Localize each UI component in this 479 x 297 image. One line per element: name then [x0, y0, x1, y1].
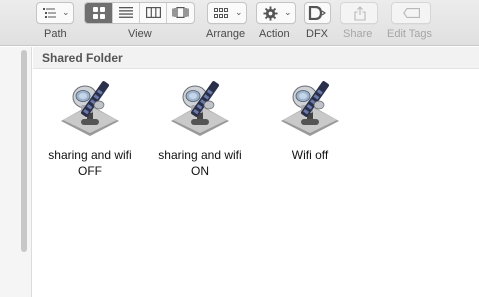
chevron-down-icon: ⌄ — [235, 7, 243, 17]
cover-flow-button[interactable] — [167, 3, 194, 23]
automator-icon — [59, 75, 121, 137]
file-name: sharing and wifi OFF — [40, 147, 140, 179]
path-button[interactable]: ⌄ — [36, 2, 74, 24]
automator-icon — [169, 75, 231, 137]
dfx-icon — [308, 6, 326, 20]
share-button[interactable] — [340, 2, 378, 24]
file-item[interactable]: sharing and wifi ON — [150, 75, 250, 179]
file-name: sharing and wifi ON — [150, 147, 250, 179]
dfx-button[interactable] — [304, 2, 331, 24]
section-title: Shared Folder — [42, 51, 123, 65]
file-browser: Shared Folder sharing and wifi OFF shari… — [33, 47, 479, 297]
automator-icon — [279, 75, 341, 137]
edit-tags-button[interactable] — [391, 2, 431, 24]
arrange-button[interactable]: ⌄ — [207, 2, 247, 24]
edit-tags-label: Edit Tags — [387, 28, 433, 40]
columns-icon — [146, 7, 161, 18]
action-label: Action — [259, 28, 290, 40]
view-segmented-control — [84, 2, 195, 24]
list-lines-icon — [119, 7, 133, 18]
file-name: Wifi off — [260, 147, 360, 163]
column-view-button[interactable] — [140, 3, 167, 23]
share-label: Share — [343, 28, 373, 40]
view-label: View — [128, 28, 152, 40]
toolbar: ⌄ Path View ⌄ Arrange ⌄ Action DFX Share… — [0, 0, 479, 46]
finder-window: ⌄ Path View ⌄ Arrange ⌄ Action DFX Share… — [0, 0, 479, 297]
sidebar — [0, 47, 32, 297]
list-view-button[interactable] — [113, 3, 140, 23]
grid-icon — [93, 7, 105, 19]
file-name-line-1: sharing and wifi — [158, 148, 242, 162]
file-item[interactable]: Wifi off — [260, 75, 360, 163]
arrange-label: Arrange — [206, 28, 246, 40]
tag-icon — [403, 8, 420, 18]
dfx-label: DFX — [306, 28, 328, 40]
chevron-down-icon: ⌄ — [284, 7, 292, 17]
scrollbar-thumb[interactable] — [21, 50, 27, 252]
path-label: Path — [44, 28, 67, 40]
action-button[interactable]: ⌄ — [256, 2, 296, 24]
chevron-down-icon: ⌄ — [62, 7, 70, 17]
gear-icon — [263, 6, 278, 21]
file-name-line-2: ON — [191, 164, 209, 178]
share-icon — [354, 6, 366, 21]
file-name-line-2: OFF — [78, 164, 102, 178]
list-icon — [43, 8, 56, 18]
file-name-line-1: Wifi off — [291, 148, 329, 162]
file-name-line-1: sharing and wifi — [48, 148, 132, 162]
file-item[interactable]: sharing and wifi OFF — [40, 75, 140, 179]
icon-view-button[interactable] — [85, 3, 113, 23]
cover-flow-icon — [172, 7, 189, 18]
arrange-grid-icon — [214, 8, 228, 18]
section-header: Shared Folder — [33, 47, 479, 69]
